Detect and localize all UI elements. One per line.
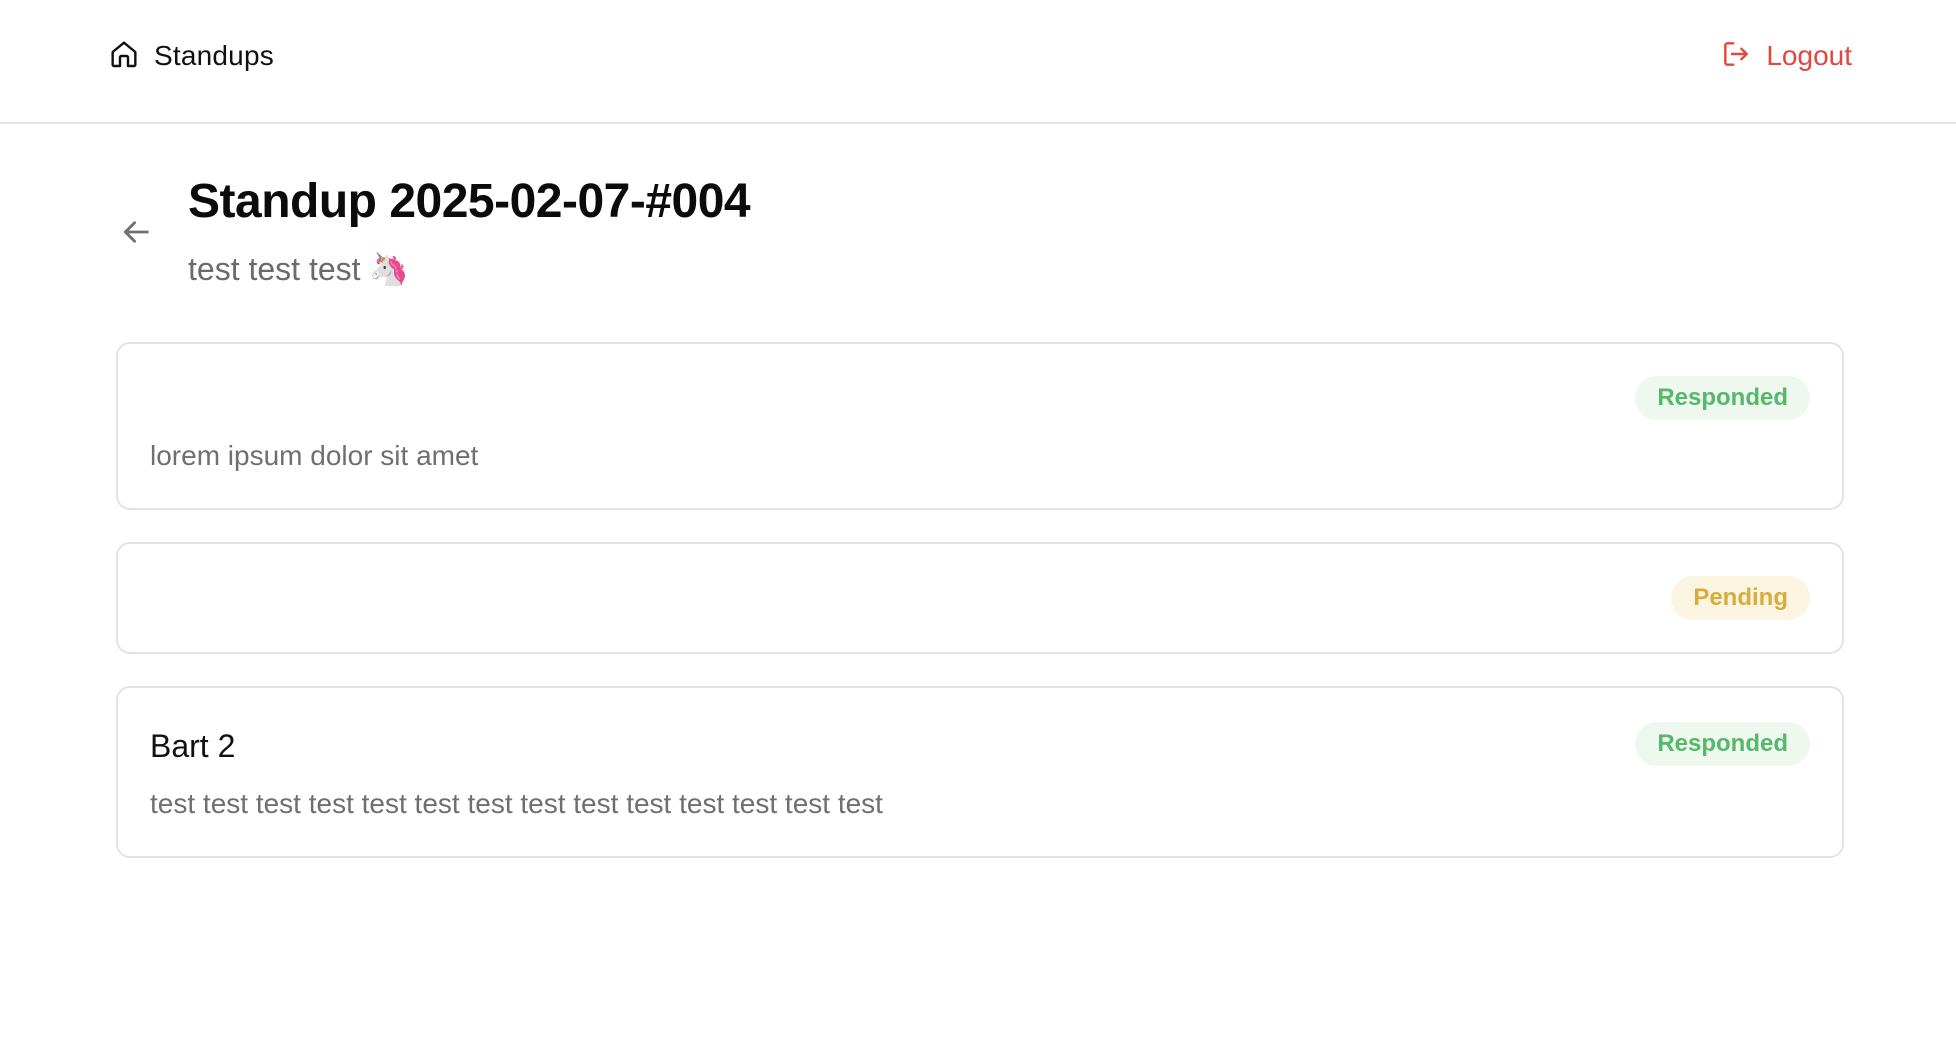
response-card: Responded lorem ipsum dolor sit amet (116, 342, 1844, 510)
page-title: Standup 2025-02-07-#004 (188, 175, 751, 228)
response-text: lorem ipsum dolor sit amet (150, 440, 479, 471)
status-badge: Responded (1635, 376, 1810, 420)
home-icon (108, 38, 140, 75)
logout-button[interactable]: Logout (1720, 36, 1852, 76)
response-card: Pending (116, 542, 1844, 654)
responder-name: Bart 2 (150, 728, 236, 764)
top-nav-bar: Standups Logout (0, 0, 1956, 124)
page-subtitle: test test test 🦄 (188, 251, 410, 287)
arrow-left-icon (119, 215, 153, 254)
back-button[interactable] (116, 214, 156, 254)
home-link[interactable]: Standups (108, 36, 274, 76)
status-badge: Pending (1671, 576, 1810, 620)
response-card: Bart 2 Responded test test test test tes… (116, 686, 1844, 858)
logout-label: Logout (1766, 40, 1852, 71)
status-badge: Responded (1635, 722, 1810, 766)
brand-label: Standups (154, 40, 274, 71)
response-text: test test test test test test test test … (150, 788, 883, 819)
logout-icon (1720, 38, 1752, 75)
